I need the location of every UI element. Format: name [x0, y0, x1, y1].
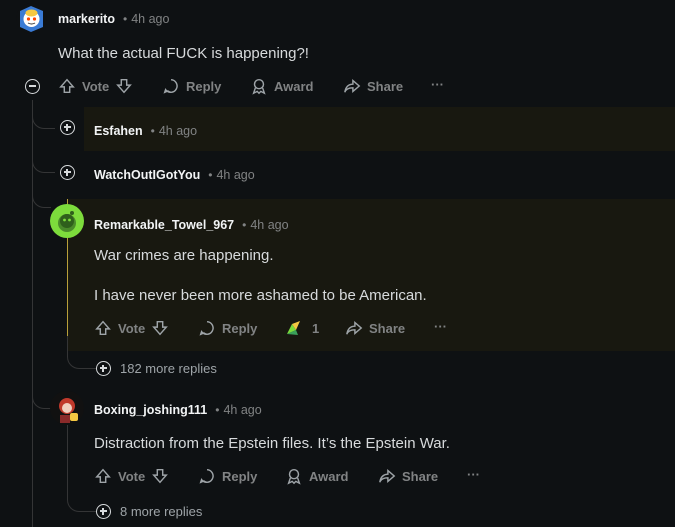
thread-branch-remarkable — [32, 172, 51, 208]
comment-header-boxing: Boxing_joshing111 • 4h ago — [94, 401, 262, 417]
more-replies-label: 182 more replies — [120, 361, 217, 376]
collapse-icon[interactable] — [25, 79, 40, 94]
snoo-avatar-icon — [20, 6, 43, 32]
thread-branch-watchout — [32, 128, 55, 173]
more-icon: ··· — [467, 467, 480, 482]
more-options-button[interactable]: ··· — [467, 467, 480, 482]
more-icon: ··· — [431, 77, 444, 92]
more-replies-link[interactable]: 8 more replies — [96, 504, 202, 519]
separator-dot: • — [215, 403, 220, 417]
comment-text: What the actual FUCK is happening?! — [58, 45, 309, 62]
share-label: Share — [367, 78, 404, 94]
share-button[interactable]: Share — [343, 77, 403, 95]
timestamp[interactable]: 4h ago — [159, 124, 197, 138]
separator-dot: • — [122, 12, 128, 26]
expand-icon[interactable] — [60, 165, 75, 180]
thread-branch-esfahen — [32, 100, 55, 129]
share-icon — [379, 469, 396, 483]
comment-header-watchout: WatchOutIGotYou • 4h ago — [94, 166, 255, 182]
share-button[interactable]: Share — [378, 467, 438, 485]
vote-label: Vote — [118, 468, 146, 484]
avatar-markerito[interactable] — [16, 3, 47, 34]
award-button[interactable]: Award — [250, 77, 314, 95]
downvote-icon[interactable] — [151, 319, 169, 337]
avatar-remarkable[interactable] — [50, 204, 84, 238]
snoo-avatar-icon — [58, 211, 76, 232]
reply-button[interactable]: Reply — [162, 77, 221, 95]
award-count-button[interactable]: 1 — [284, 318, 319, 338]
comment-text: I have never been more ashamed to be Ame… — [94, 287, 427, 304]
timestamp[interactable]: 4h ago — [250, 218, 288, 232]
more-replies-label: 8 more replies — [120, 504, 203, 519]
expand-icon — [96, 504, 111, 519]
expand-icon — [96, 361, 111, 376]
award-icon — [252, 78, 266, 95]
snoo-avatar-icon — [59, 398, 78, 423]
downvote-icon[interactable] — [115, 77, 133, 95]
timestamp[interactable]: 4h ago — [223, 403, 261, 417]
award-label: Award — [274, 78, 314, 94]
upvote-icon[interactable] — [94, 467, 112, 485]
username[interactable]: Boxing_joshing111 — [94, 403, 207, 417]
vote-group: Vote — [94, 319, 169, 337]
username[interactable]: markerito — [58, 12, 115, 26]
vote-group: Vote — [94, 467, 169, 485]
award-count: 1 — [312, 320, 320, 336]
share-button[interactable]: Share — [345, 319, 405, 337]
more-options-button[interactable]: ··· — [434, 319, 447, 334]
username[interactable]: Esfahen — [94, 124, 143, 138]
share-label: Share — [402, 468, 439, 484]
more-replies-link[interactable]: 182 more replies — [96, 361, 217, 376]
reply-label: Reply — [186, 78, 222, 94]
award-label: Award — [309, 468, 349, 484]
reply-label: Reply — [222, 320, 258, 336]
comment-header-esfahen: Esfahen • 4h ago — [94, 122, 197, 138]
downvote-icon[interactable] — [151, 467, 169, 485]
more-icon: ··· — [434, 319, 447, 334]
separator-dot: • — [208, 168, 213, 182]
timestamp[interactable]: 4h ago — [131, 12, 169, 26]
share-label: Share — [369, 320, 406, 336]
share-icon — [344, 79, 361, 93]
reply-label: Reply — [222, 468, 258, 484]
comment-header-markerito: markerito • 4h ago — [58, 10, 169, 26]
comment-text: Distraction from the Epstein files. It’s… — [94, 435, 450, 452]
comment-text: War crimes are happening. — [94, 247, 274, 264]
vote-label: Vote — [118, 320, 146, 336]
expand-icon[interactable] — [60, 120, 75, 135]
username[interactable]: WatchOutIGotYou — [94, 168, 200, 182]
vote-label: Vote — [82, 78, 110, 94]
separator-dot: • — [150, 124, 155, 138]
username[interactable]: Remarkable_Towel_967 — [94, 218, 234, 232]
thread-branch-remarkable-more — [67, 336, 96, 369]
share-icon — [346, 321, 363, 335]
reply-button[interactable]: Reply — [198, 319, 257, 337]
thread-branch-boxing — [32, 370, 51, 409]
award-icon — [287, 468, 301, 485]
more-options-button[interactable]: ··· — [431, 77, 444, 92]
thread-branch-boxing-more — [67, 425, 96, 512]
reply-icon — [199, 320, 214, 336]
comment-header-remarkable: Remarkable_Towel_967 • 4h ago — [94, 216, 289, 232]
reply-icon — [199, 468, 214, 484]
avatar-boxing[interactable] — [50, 391, 84, 425]
award-badge-icon — [287, 321, 300, 335]
award-button[interactable]: Award — [285, 467, 349, 485]
vote-group: Vote — [58, 77, 133, 95]
reply-button[interactable]: Reply — [198, 467, 257, 485]
upvote-icon[interactable] — [94, 319, 112, 337]
separator-dot: • — [242, 218, 247, 232]
reply-icon — [163, 78, 178, 94]
timestamp[interactable]: 4h ago — [216, 168, 254, 182]
upvote-icon[interactable] — [58, 77, 76, 95]
